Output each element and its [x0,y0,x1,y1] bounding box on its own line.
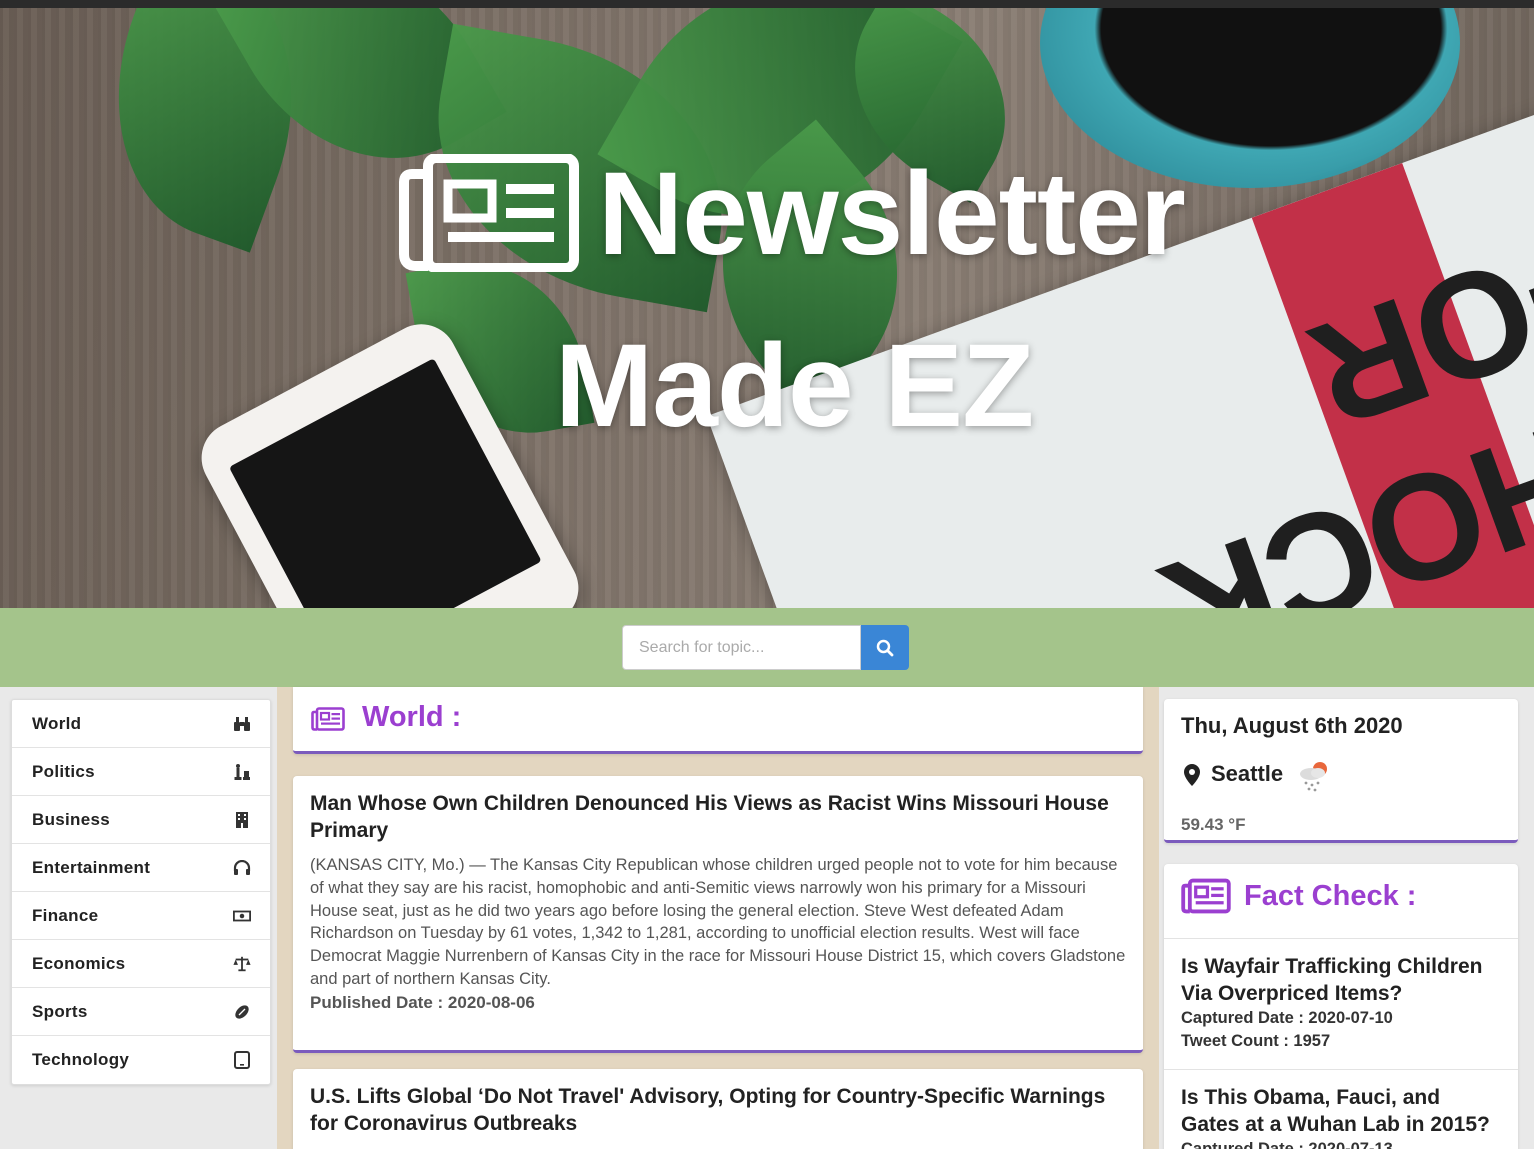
category-politics[interactable]: Politics [12,748,270,796]
section-title: World : [362,701,462,733]
article-card: U.S. Lifts Global ‘Do Not Travel' Adviso… [293,1069,1143,1149]
headphones-icon [233,859,251,877]
category-label: Sports [32,1001,88,1021]
title-line-made-ez: Made EZ [555,320,1034,452]
snow-cloud-icon [1300,762,1327,792]
hero-banner: SHOCK FOR Newsletter Made EZ [0,8,1534,608]
fact-check-item-title[interactable]: Is This Obama, Fauci, and Gates at a Wuh… [1181,1084,1501,1138]
binoculars-icon [233,715,251,733]
search-icon [876,639,894,656]
fact-check-item-title[interactable]: Is Wayfair Trafficking Children Via Over… [1181,953,1501,1007]
category-label: Politics [32,761,95,781]
category-world[interactable]: World [12,700,270,748]
fact-check-card: Fact Check : Is Wayfair Trafficking Chil… [1164,864,1518,1149]
category-finance[interactable]: Finance [12,892,270,940]
search-bar [0,608,1534,687]
fact-check-item: Is This Obama, Fauci, and Gates at a Wuh… [1164,1070,1518,1149]
category-label: World [32,713,82,733]
location-pin-icon [1184,764,1200,786]
category-label: Economics [32,953,126,973]
window-top-bar [0,0,1534,8]
article-date: Published Date : 2020-08-06 [310,992,535,1012]
title-line-newsletter: Newsletter [598,148,1186,280]
weather-date: Thu, August 6th 2020 [1181,713,1403,738]
left-sidebar: World Politics Business Entertainment Fi… [0,687,277,1149]
article-card: Man Whose Own Children Denounced His Vie… [293,776,1143,1053]
article-summary: (KANSAS CITY, Mo.) — The Kansas City Rep… [310,856,1126,988]
building-icon [233,811,251,829]
balance-scale-icon [233,955,251,973]
main-content: World : Man Whose Own Children Denounced… [277,687,1159,1149]
right-sidebar: Thu, August 6th 2020 Seattle 59.43 °F Fa… [1159,687,1534,1149]
hero-title: Newsletter Made EZ [0,8,1534,608]
category-technology[interactable]: Technology [12,1036,270,1084]
category-sports[interactable]: Sports [12,988,270,1036]
category-business[interactable]: Business [12,796,270,844]
newspaper-icon [311,707,345,731]
fact-check-title: Fact Check : [1244,880,1417,912]
chess-icon [233,763,251,781]
article-title[interactable]: Man Whose Own Children Denounced His Vie… [310,790,1126,844]
newspaper-icon [399,154,579,272]
weather-card: Thu, August 6th 2020 Seattle 59.43 °F [1164,699,1518,843]
category-label: Finance [32,905,99,925]
fact-check-header: Fact Check : [1164,864,1518,939]
weather-city: Seattle [1211,761,1284,786]
weather-temperature: 59.43 °F [1181,815,1246,834]
fact-check-captured-date: Captured Date : 2020-07-13 [1181,1140,1393,1149]
tablet-icon [233,1051,251,1069]
category-entertainment[interactable]: Entertainment [12,844,270,892]
category-economics[interactable]: Economics [12,940,270,988]
money-bill-icon [233,907,251,925]
search-input[interactable] [622,625,861,670]
category-label: Business [32,809,110,829]
fact-check-tweet-count: Tweet Count : 1957 [1181,1032,1331,1050]
search-button[interactable] [861,625,909,670]
section-header: World : [293,687,1143,754]
newspaper-icon [1181,878,1231,914]
article-title[interactable]: U.S. Lifts Global ‘Do Not Travel' Adviso… [310,1083,1126,1137]
category-list: World Politics Business Entertainment Fi… [11,699,271,1085]
category-label: Technology [32,1050,130,1069]
fact-check-item: Is Wayfair Trafficking Children Via Over… [1164,939,1518,1070]
fact-check-captured-date: Captured Date : 2020-07-10 [1181,1009,1393,1027]
football-icon [233,1003,251,1021]
category-label: Entertainment [32,857,151,877]
